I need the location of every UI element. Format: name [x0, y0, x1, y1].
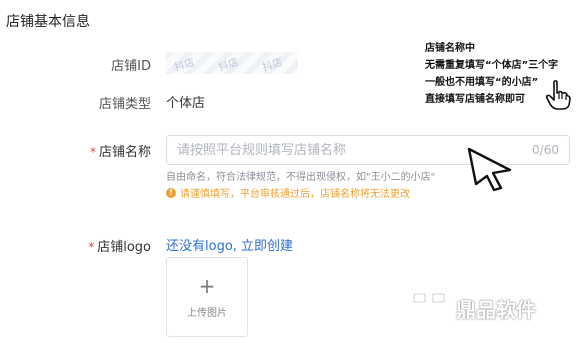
store-name-hint: 自由命名，符合法律规范，不得出现侵权，如"王小二的小店" [166, 172, 436, 183]
store-type-value: 个体店 [166, 96, 206, 111]
upload-image-button[interactable]: + 上传图片 [166, 257, 248, 337]
store-name-warning-text: 请谨慎填写，平台审核通过后，店铺名称将无法更改 [180, 189, 410, 200]
brand-name: 鼎品软件 [456, 297, 536, 322]
annotation-note: 店铺名称中 无需重复填写“个体店”三个字 一般也不用填写“的小店” 直接填写店铺… [425, 40, 558, 108]
required-mark: * [88, 240, 95, 254]
annotation-line: 店铺名称中 [425, 43, 475, 54]
mouse-cursor-icon [467, 147, 512, 192]
create-logo-link[interactable]: 还没有logo, 立即创建 [166, 235, 293, 254]
store-id-watermark: 抖店 [261, 57, 284, 74]
store-id-label: 店铺ID [111, 59, 151, 74]
store-type-label: 店铺类型 [98, 97, 151, 112]
plus-icon: + [198, 273, 216, 298]
warning-icon: ! [166, 187, 176, 198]
section-title: 店铺基本信息 [6, 14, 90, 30]
annotation-line: 一般也不用填写“的小店” [425, 77, 539, 88]
store-logo-label: * 店铺logo [88, 240, 151, 255]
store-id-watermark: 抖店 [217, 57, 240, 74]
annotation-line: 无需重复填写“个体店”三个字 [425, 60, 559, 71]
store-id-value: 抖店 抖店 抖店 [166, 52, 298, 74]
store-name-label: * 店铺名称 [89, 145, 151, 160]
brand-watermark: 鼎品软件 [410, 290, 536, 326]
store-name-counter: 0/60 [532, 143, 559, 157]
store-name-warning: ! 请谨慎填写，平台审核通过后，店铺名称将无法更改 [166, 185, 410, 200]
upload-label: 上传图片 [187, 307, 227, 319]
brand-logo-icon [412, 292, 446, 324]
pointing-hand-icon [545, 80, 571, 110]
annotation-line: 直接填写店铺名称即可 [425, 94, 525, 105]
store-id-watermark: 抖店 [173, 57, 196, 74]
required-mark: * [89, 145, 96, 159]
